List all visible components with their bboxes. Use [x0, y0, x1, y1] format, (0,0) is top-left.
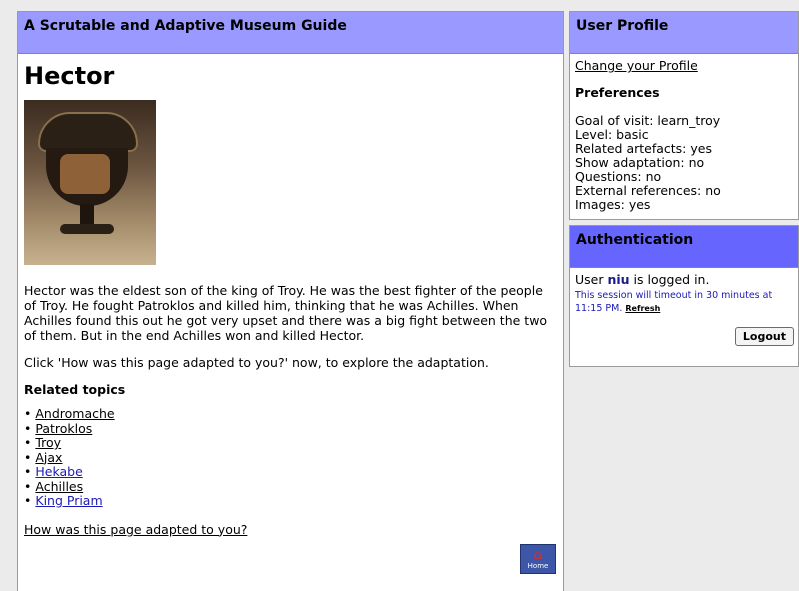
main-header: A Scrutable and Adaptive Museum Guide [18, 12, 563, 54]
home-button[interactable]: ⌂ Home [520, 544, 556, 574]
related-topics-heading: Related topics [24, 382, 126, 397]
pref-show-adaptation: Show adaptation: no [575, 155, 705, 170]
pref-external-references: External references: no [575, 183, 721, 198]
authentication-panel: Authentication User niu is logged in. Th… [569, 225, 799, 367]
preferences-heading: Preferences [575, 85, 660, 100]
related-link-ajax[interactable]: Ajax [35, 450, 62, 465]
description-text: Hector was the eldest son of the king of… [24, 283, 548, 343]
profile-title: User Profile [576, 18, 669, 34]
username: niu [607, 272, 630, 287]
auth-title: Authentication [576, 232, 694, 248]
pref-questions: Questions: no [575, 169, 662, 184]
artefact-image [24, 100, 156, 265]
logout-button[interactable]: Logout [734, 327, 794, 346]
change-profile-link[interactable]: Change your Profile [575, 58, 698, 73]
pref-related-artefacts: Related artefacts: yes [575, 141, 712, 156]
home-icon: ⌂ [533, 547, 543, 563]
preferences-list: Goal of visit: learn_troy Level: basic R… [575, 114, 793, 212]
list-item: King Priam [24, 493, 557, 509]
related-link-andromache[interactable]: Andromache [35, 406, 114, 421]
home-label: Home [527, 562, 549, 570]
site-title: A Scrutable and Adaptive Museum Guide [24, 18, 347, 34]
main-panel: A Scrutable and Adaptive Museum Guide He… [17, 11, 564, 591]
list-item: Andromache [24, 406, 557, 422]
page-title: Hector [24, 62, 115, 90]
session-timeout-text: This session will timeout in 30 minutes … [575, 290, 773, 314]
list-item: Patroklos [24, 421, 557, 437]
list-item: Troy [24, 435, 557, 451]
profile-header: User Profile [570, 12, 798, 54]
list-item: Ajax [24, 450, 557, 466]
login-status: User niu is logged in. [575, 272, 710, 287]
user-profile-panel: User Profile Change your Profile Prefere… [569, 11, 799, 220]
pref-images: Images: yes [575, 197, 651, 212]
auth-header: Authentication [570, 226, 798, 268]
related-link-king-priam[interactable]: King Priam [35, 493, 102, 508]
related-link-troy[interactable]: Troy [35, 435, 61, 450]
hint-text: Click 'How was this page adapted to you?… [24, 355, 489, 370]
related-topics-list: Andromache Patroklos Troy Ajax Hekabe Ac… [24, 406, 557, 509]
pref-level: Level: basic [575, 127, 649, 142]
pref-goal: Goal of visit: learn_troy [575, 113, 721, 128]
how-adapted-link[interactable]: How was this page adapted to you? [24, 522, 247, 537]
refresh-link[interactable]: Refresh [625, 304, 660, 313]
related-link-hekabe[interactable]: Hekabe [35, 464, 82, 479]
related-link-patroklos[interactable]: Patroklos [35, 421, 92, 436]
list-item: Hekabe [24, 464, 557, 480]
related-link-achilles[interactable]: Achilles [35, 479, 83, 494]
list-item: Achilles [24, 479, 557, 495]
